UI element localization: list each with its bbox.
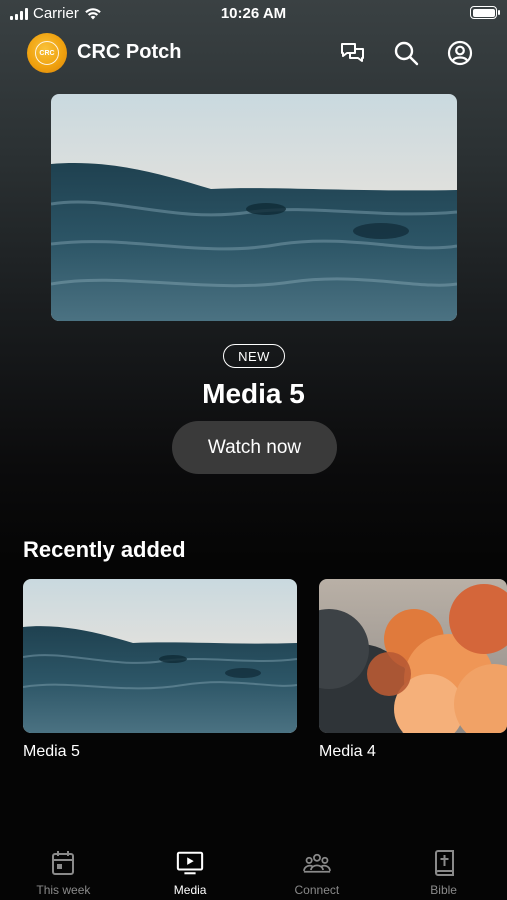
new-badge: NEW bbox=[223, 344, 285, 368]
battery-icon bbox=[470, 6, 500, 19]
search-icon[interactable] bbox=[392, 39, 420, 67]
media-card-label: Media 4 bbox=[319, 743, 376, 760]
media-card[interactable]: Media 5 bbox=[23, 579, 297, 761]
status-bar: Carrier 10:26 AM bbox=[0, 0, 507, 28]
logo-text: CRC bbox=[35, 41, 59, 65]
church-logo[interactable]: CRC bbox=[27, 33, 67, 73]
play-screen-icon bbox=[176, 849, 204, 877]
recently-added-heading: Recently added bbox=[23, 537, 186, 562]
tab-this-week[interactable]: This week bbox=[0, 840, 127, 900]
bottom-tab-bar: This week Media Connect Bible bbox=[0, 840, 507, 900]
chat-icon[interactable] bbox=[339, 39, 367, 67]
tab-connect[interactable]: Connect bbox=[254, 840, 381, 900]
media-thumbnail[interactable] bbox=[319, 579, 507, 733]
watch-now-button[interactable]: Watch now bbox=[172, 421, 337, 474]
tab-label: Connect bbox=[294, 883, 340, 897]
profile-icon[interactable] bbox=[446, 39, 474, 67]
tab-bible[interactable]: Bible bbox=[380, 840, 507, 900]
media-card[interactable]: Media 4 bbox=[319, 579, 507, 761]
tab-label: Bible bbox=[430, 883, 457, 897]
app-header: CRC CRC Potch bbox=[0, 30, 507, 76]
tab-label: This week bbox=[36, 883, 91, 897]
media-card-label: Media 5 bbox=[23, 743, 80, 760]
status-time: 10:26 AM bbox=[220, 5, 287, 22]
tab-label: Media bbox=[173, 883, 207, 897]
tab-media[interactable]: Media bbox=[127, 840, 254, 900]
bible-icon bbox=[430, 849, 458, 877]
calendar-icon bbox=[49, 849, 77, 877]
media-thumbnail[interactable] bbox=[23, 579, 297, 733]
featured-media-thumbnail[interactable] bbox=[51, 94, 457, 321]
app-title: CRC Potch bbox=[77, 41, 182, 63]
featured-media-title: Media 5 bbox=[202, 378, 305, 409]
people-icon bbox=[302, 849, 331, 877]
